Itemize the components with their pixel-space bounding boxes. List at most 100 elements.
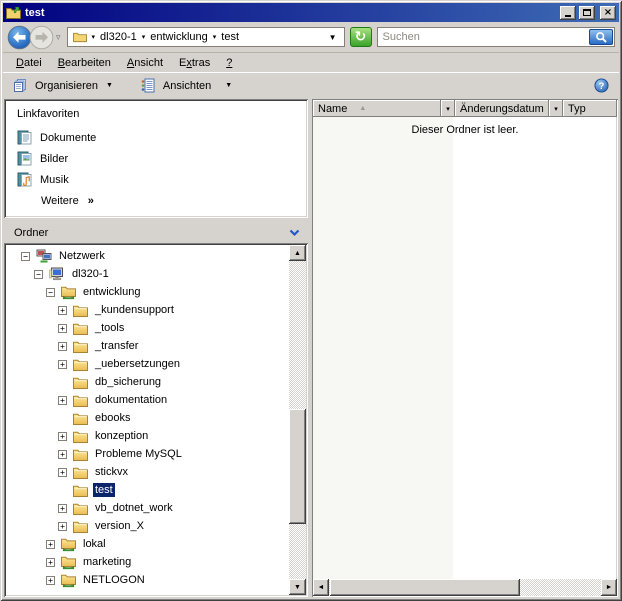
hscrollbar-track[interactable] [329, 579, 601, 596]
breadcrumb-dropdown-icon[interactable]: ▼ [329, 33, 339, 42]
close-icon: × [604, 8, 612, 18]
folders-band-label: Ordner [14, 227, 48, 239]
expand-icon[interactable]: + [58, 360, 67, 369]
expand-icon[interactable]: + [46, 558, 55, 567]
folders-band[interactable]: Ordner [4, 224, 308, 242]
shared-folder-icon [61, 285, 76, 300]
tree-scrollbar[interactable]: ▲ ▼ [289, 245, 306, 595]
chevron-down-icon[interactable] [289, 229, 300, 237]
organize-dropdown-icon: ▼ [106, 82, 113, 89]
organize-button[interactable]: Organisieren ▼ [9, 76, 121, 95]
explorer-window: test × ▿ ▾ dl320-1 ▾ entwicklung ▾ test ▼ ↻ [0, 0, 622, 601]
folder-icon [73, 502, 88, 515]
breadcrumb-separator-icon[interactable]: ▾ [213, 33, 217, 41]
breadcrumb-folder-icon [73, 31, 87, 43]
favorites-more-link[interactable]: Weitere » [17, 190, 304, 211]
tree-item-db_sicherung[interactable]: db_sicherung [6, 373, 288, 391]
tree-item-vb_dotnet_work[interactable]: +vb_dotnet_work [6, 499, 288, 517]
minimize-button[interactable] [560, 6, 576, 20]
expand-icon[interactable]: + [58, 306, 67, 315]
tree-item-marketing[interactable]: +marketing [6, 553, 288, 571]
column-header-type[interactable]: Typ [563, 100, 617, 117]
menu-item-help[interactable]: ? [218, 55, 240, 71]
tree-item-_tools[interactable]: +_tools [6, 319, 288, 337]
tree-item-label: version_X [93, 519, 146, 533]
file-list-horizontal-scrollbar[interactable]: ◄ ► [313, 579, 617, 596]
scroll-up-button[interactable]: ▲ [289, 245, 306, 261]
scroll-down-icon: ▼ [294, 584, 301, 591]
favorite-musik[interactable]: Musik [17, 169, 304, 190]
column-date-filter-button[interactable]: ▾ [549, 100, 563, 117]
tree-item-entwicklung[interactable]: −entwicklung [6, 283, 288, 301]
navigation-pane: Linkfavoriten DokumenteBilderMusik Weite… [4, 99, 308, 597]
breadcrumb-separator-icon[interactable]: ▾ [142, 33, 146, 41]
favorite-dokumente[interactable]: Dokumente [17, 127, 304, 148]
tree-scrollbar-track[interactable] [289, 261, 306, 579]
scroll-left-button[interactable]: ◄ [313, 579, 329, 596]
close-button[interactable]: × [600, 6, 616, 20]
expand-icon[interactable]: + [58, 432, 67, 441]
tree-item-dokumentation[interactable]: +dokumentation [6, 391, 288, 409]
expand-icon[interactable]: + [58, 450, 67, 459]
favorite-bilder[interactable]: Bilder [17, 148, 304, 169]
breadcrumb-segment[interactable]: dl320-1 [100, 31, 137, 43]
column-header-date[interactable]: Änderungsdatum [455, 100, 549, 117]
tree-item-_transfer[interactable]: +_transfer [6, 337, 288, 355]
tree-item-netlogon[interactable]: +NETLOGON [6, 571, 288, 589]
scroll-right-button[interactable]: ► [601, 579, 617, 596]
scroll-right-icon: ► [606, 584, 613, 591]
menu-item-datei[interactable]: Datei [8, 55, 50, 71]
scroll-down-button[interactable]: ▼ [289, 579, 306, 595]
tree-item-_uebersetzungen[interactable]: +_uebersetzungen [6, 355, 288, 373]
tree-item-label: test [93, 483, 115, 497]
menu-item-ansicht[interactable]: Ansicht [119, 55, 171, 71]
breadcrumb-separator-icon[interactable]: ▾ [92, 33, 96, 41]
tree-item-dl320-1[interactable]: −dl320-1 [6, 265, 288, 283]
tree-item-stickvx[interactable]: +stickvx [6, 463, 288, 481]
expand-icon[interactable]: + [58, 522, 67, 531]
tree-scrollbar-thumb[interactable] [289, 409, 306, 524]
tree-item-probleme-mysql[interactable]: +Probleme MySQL [6, 445, 288, 463]
collapse-icon[interactable]: − [21, 252, 30, 261]
search-input[interactable] [379, 31, 589, 43]
breadcrumb-segments: ▾ dl320-1 ▾ entwicklung ▾ test [92, 31, 239, 43]
breadcrumb-segment[interactable]: test [221, 31, 239, 43]
tree-item-ebooks[interactable]: ebooks [6, 409, 288, 427]
refresh-button[interactable]: ↻ [350, 27, 372, 47]
menu-item-bearbeiten[interactable]: Bearbeiten [50, 55, 119, 71]
organize-icon [13, 78, 29, 93]
menu-item-extras[interactable]: Extras [171, 55, 218, 71]
forward-button[interactable] [29, 25, 54, 50]
collapse-icon[interactable]: − [46, 288, 55, 297]
expand-icon[interactable]: + [46, 540, 55, 549]
expand-icon[interactable]: + [58, 324, 67, 333]
tree-item-version_x[interactable]: + version_X [6, 517, 288, 535]
search-button[interactable] [589, 29, 613, 45]
expand-icon[interactable]: + [46, 576, 55, 585]
tree-item-test[interactable]: test [6, 481, 288, 499]
tree-item-netzwerk[interactable]: −Netzwerk [6, 247, 288, 265]
expand-icon[interactable]: + [58, 504, 67, 513]
column-name-filter-button[interactable]: ▾ [441, 100, 455, 117]
folder-icon [73, 304, 88, 317]
maximize-button[interactable] [579, 6, 595, 20]
expand-icon[interactable]: + [58, 342, 67, 351]
help-button[interactable]: ? [594, 78, 613, 93]
history-dropdown-icon[interactable]: ▿ [54, 32, 63, 43]
expand-icon[interactable]: + [58, 468, 67, 477]
collapse-icon[interactable]: − [34, 270, 43, 279]
breadcrumb-segment[interactable]: entwicklung [150, 31, 207, 43]
breadcrumb[interactable]: ▾ dl320-1 ▾ entwicklung ▾ test ▼ [67, 27, 345, 47]
views-button[interactable]: Ansichten ▼ [137, 76, 240, 95]
tree-item-konzeption[interactable]: +konzeption [6, 427, 288, 445]
expand-icon[interactable]: + [58, 396, 67, 405]
organize-label: Organisieren [35, 80, 98, 92]
tree-item-_kundensupport[interactable]: +_kundensupport [6, 301, 288, 319]
file-list-body[interactable]: Dieser Ordner ist leer. [313, 117, 617, 579]
folder-icon [73, 376, 88, 389]
shared-folder-icon [61, 555, 76, 570]
column-header-name[interactable]: Name ▲ [313, 100, 441, 117]
hscrollbar-thumb[interactable] [330, 579, 520, 596]
network-icon [36, 249, 52, 263]
tree-item-lokal[interactable]: +lokal [6, 535, 288, 553]
